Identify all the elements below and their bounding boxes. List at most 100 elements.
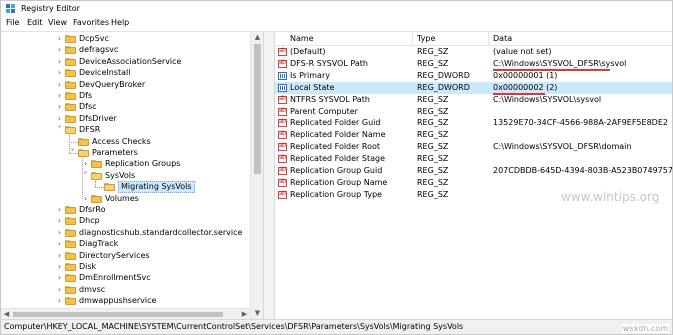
column-header-type[interactable]: Type — [417, 34, 435, 43]
chevron-right-icon[interactable]: › — [55, 102, 64, 112]
chevron-right-icon[interactable]: › — [81, 159, 90, 169]
folder-icon — [65, 297, 76, 306]
menu-favorites[interactable]: Favorites — [73, 18, 109, 27]
tree-node[interactable]: Access Checks — [68, 136, 251, 148]
folder-icon — [65, 217, 76, 226]
title-bar: Registry Editor — [1, 1, 672, 17]
chevron-right-icon[interactable]: › — [55, 205, 64, 215]
value-row[interactable]: Parent Computer REG_SZ — [275, 106, 672, 118]
window-title: Registry Editor — [21, 4, 80, 13]
string-value-icon — [278, 107, 287, 116]
menu-view[interactable]: View — [48, 18, 67, 27]
chevron-right-icon[interactable]: › — [55, 91, 64, 101]
tree-node-label: DmEnrollmentSvc — [79, 273, 151, 283]
value-row[interactable]: Replication Group Guid REG_SZ 207CDBDB-645… — [275, 165, 672, 177]
tree-horizontal-scroll-thumb[interactable] — [13, 312, 223, 317]
value-type: REG_SZ — [417, 142, 449, 152]
folder-icon — [65, 114, 76, 123]
value-row[interactable]: Replication Group Name REG_SZ — [275, 177, 672, 189]
chevron-right-icon[interactable]: › — [55, 45, 64, 55]
value-type: REG_DWORD — [417, 70, 470, 80]
tree-node-label: DevQueryBroker — [79, 79, 146, 89]
tree-vertical-scroll-thumb[interactable] — [254, 44, 261, 174]
tree-node[interactable]: › diagnosticshub.standardcollector.servic… — [55, 227, 251, 239]
tree-node[interactable]: ˅ Parameters — [68, 147, 251, 159]
tree-node[interactable]: › Dfs — [55, 90, 251, 102]
value-row[interactable]: Replicated Folder Root REG_SZ C:\Windows\S… — [275, 141, 672, 153]
column-divider[interactable] — [412, 32, 413, 45]
tree-node[interactable]: › defragsvc — [55, 44, 251, 56]
tree-node[interactable]: › Dfsc — [55, 101, 251, 113]
chevron-down-icon[interactable]: ˅ — [81, 171, 90, 181]
folder-icon — [91, 171, 102, 180]
value-row[interactable]: NTFRS SYSVOL Path REG_SZ C:\Windows\SYSVOL… — [275, 94, 672, 106]
folder-icon — [91, 194, 102, 203]
tree-node[interactable]: › DeviceInstall — [55, 67, 251, 79]
chevron-right-icon[interactable]: › — [55, 251, 64, 261]
chevron-right-icon[interactable]: › — [55, 228, 64, 238]
tree-node[interactable]: ˅ SysVols — [81, 170, 251, 182]
chevron-right-icon[interactable]: › — [55, 216, 64, 226]
tree-node[interactable]: › DevQueryBroker — [55, 79, 251, 91]
value-row[interactable]: Is Primary REG_DWORD 0x00000001 (1) — [275, 70, 672, 82]
chevron-right-icon[interactable]: › — [55, 262, 64, 272]
chevron-right-icon[interactable]: › — [55, 57, 64, 67]
tree-node[interactable]: › DiagTrack — [55, 238, 251, 250]
tree-node[interactable]: Migrating SysVols — [94, 181, 251, 194]
tree-node[interactable]: › Replication Groups — [81, 158, 251, 170]
tree-node-label: Dhcp — [79, 216, 100, 226]
folder-icon — [65, 206, 76, 214]
chevron-right-icon[interactable]: › — [55, 285, 64, 295]
menu-help[interactable]: Help — [111, 18, 129, 27]
chevron-right-icon[interactable]: › — [55, 239, 64, 249]
tree-node[interactable]: › DirectoryServices — [55, 250, 251, 262]
tree-vertical-scrollbar[interactable]: ▲ ▼ — [250, 32, 264, 319]
menu-file[interactable]: File — [6, 18, 19, 27]
value-data: C:\Windows\SYSVOL_DFSR\sysvol — [493, 58, 627, 68]
value-name: Replicated Folder Name — [290, 130, 386, 140]
value-row[interactable]: Replicated Folder Stage REG_SZ — [275, 153, 672, 165]
chevron-down-icon[interactable]: ˅ — [55, 125, 64, 135]
tree-node[interactable]: › Dhcp — [55, 215, 251, 227]
chevron-right-icon[interactable]: › — [55, 273, 64, 283]
chevron-right-icon[interactable]: › — [55, 296, 64, 306]
chevron-right-icon[interactable]: › — [55, 68, 64, 78]
pane-splitter[interactable] — [263, 32, 275, 319]
tree-node[interactable]: › DfsDriver — [55, 113, 251, 125]
menu-edit[interactable]: Edit — [27, 18, 43, 27]
value-row[interactable]: Replicated Folder Guid REG_SZ 13529E70-34C… — [275, 117, 672, 129]
tree-node-label: DcpSvc — [79, 34, 109, 43]
chevron-right-icon[interactable]: › — [55, 34, 64, 44]
tree-node[interactable]: › DfsrRo — [55, 204, 251, 216]
value-row[interactable]: (Default) REG_SZ (value not set) — [275, 46, 672, 58]
tree-node[interactable]: › dmvsc — [55, 284, 251, 296]
value-data: (value not set) — [493, 47, 552, 56]
value-type: REG_SZ — [417, 94, 449, 104]
value-row[interactable]: DFS-R SYSVOL Path REG_SZ C:\Windows\SYSVOL… — [275, 58, 672, 71]
folder-icon — [78, 137, 89, 146]
tree-node[interactable]: › Disk — [55, 261, 251, 273]
value-name: Replicated Folder Guid — [290, 118, 381, 128]
folder-icon — [91, 160, 102, 169]
registry-values-list[interactable]: Name Type Data (Default) REG_SZ (value not… — [275, 32, 672, 319]
folder-icon — [65, 103, 76, 112]
value-type: REG_SZ — [417, 177, 449, 187]
value-row[interactable]: Replicated Folder Name REG_SZ — [275, 129, 672, 141]
value-row[interactable]: Local State REG_DWORD 0x00000002 (2) — [275, 81, 672, 95]
folder-icon — [65, 240, 76, 249]
tree-node[interactable]: › DcpSvc — [55, 33, 251, 45]
tree-node[interactable]: › dmwappushservice — [55, 295, 251, 307]
column-header-data[interactable]: Data — [493, 34, 512, 43]
tree-node[interactable]: ˅ DFSR — [55, 124, 251, 136]
chevron-right-icon[interactable]: › — [55, 114, 64, 124]
chevron-right-icon[interactable]: › — [81, 194, 90, 204]
tree-node[interactable]: › Volumes — [81, 193, 251, 205]
tree-node[interactable]: › DeviceAssociationService — [55, 56, 251, 68]
column-divider[interactable] — [488, 32, 489, 45]
tree-node[interactable]: › DmEnrollmentSvc — [55, 272, 251, 284]
column-header-name[interactable]: Name — [290, 34, 314, 43]
registry-key-tree[interactable]: › DcpSvc › defragsvc › DeviceAssociationServi… — [1, 32, 263, 319]
chevron-right-icon[interactable]: › — [55, 80, 64, 90]
registry-editor-window: Registry Editor File Edit View Favorites… — [0, 0, 673, 335]
chevron-down-icon[interactable]: ˅ — [68, 148, 77, 158]
